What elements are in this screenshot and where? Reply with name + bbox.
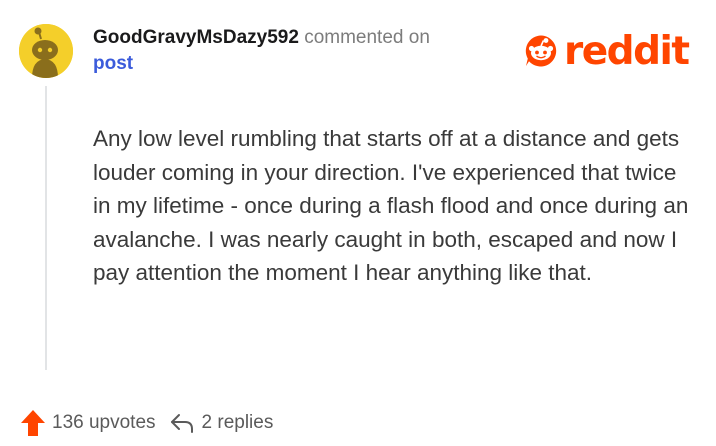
upvote-button[interactable]: 136 upvotes bbox=[20, 409, 156, 437]
comment-body: Any low level rumbling that starts off a… bbox=[93, 126, 689, 285]
upvote-arrow-icon bbox=[21, 410, 45, 436]
comment-action-text: commented on bbox=[304, 27, 430, 48]
replies-button[interactable]: 2 replies bbox=[170, 412, 274, 434]
reddit-wordmark: reddit bbox=[564, 28, 690, 74]
comment-header: GoodGravyMsDazy592 commented on post bbox=[93, 25, 493, 77]
comment-card: GoodGravyMsDazy592 commented on post red… bbox=[0, 0, 716, 446]
thread-line bbox=[45, 86, 47, 370]
upvote-count: 136 upvotes bbox=[52, 412, 156, 433]
snoo-avatar-icon bbox=[19, 24, 73, 78]
reddit-logo[interactable]: reddit bbox=[524, 26, 700, 76]
replies-count: 2 replies bbox=[201, 412, 274, 433]
avatar[interactable] bbox=[19, 24, 73, 78]
username[interactable]: GoodGravyMsDazy592 bbox=[93, 27, 299, 48]
reddit-snoo-icon bbox=[525, 35, 557, 67]
reply-arrow-icon bbox=[170, 414, 193, 433]
post-link[interactable]: post bbox=[93, 51, 493, 77]
comment-footer: 136 upvotes 2 replies bbox=[20, 406, 273, 440]
